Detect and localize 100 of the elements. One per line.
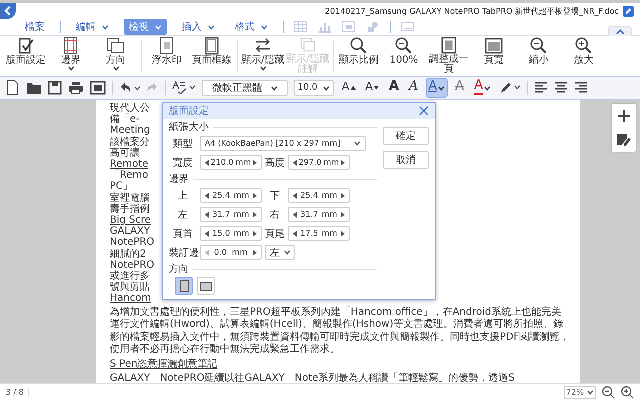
number-field[interactable]: 297.0 mm xyxy=(288,155,350,170)
document-text: 室裡電腦 xyxy=(110,192,150,204)
edit-icon[interactable] xyxy=(623,6,634,16)
document-text: 「Remo xyxy=(110,170,149,182)
caret-icon xyxy=(438,86,446,90)
number-field[interactable]: 210.0 mm xyxy=(200,155,262,170)
print-icon[interactable] xyxy=(68,81,84,95)
document-title: 20140217_Samsung GALAXY NotePRO TabPRO 新世代超平板登場_NR_F.doc xyxy=(325,6,619,16)
add-icon[interactable] xyxy=(618,110,630,122)
format-button[interactable]: A xyxy=(387,79,402,97)
right-arrow-icon[interactable] xyxy=(340,160,345,166)
number-field[interactable]: 15.0 mm xyxy=(200,226,262,241)
right-arrow-icon[interactable] xyxy=(252,160,257,166)
ribbon-button[interactable]: 調整成一頁 xyxy=(427,37,471,75)
undo-icon[interactable] xyxy=(119,82,141,94)
field-label: 寬度 xyxy=(172,156,194,170)
ribbon-button[interactable]: 浮水印 xyxy=(145,37,189,75)
zoom-in-icon[interactable] xyxy=(621,386,634,398)
landscape-button[interactable] xyxy=(197,277,215,295)
format-button[interactable]: A xyxy=(340,79,358,97)
portrait-button[interactable] xyxy=(175,277,193,295)
right-arrow-icon[interactable] xyxy=(341,212,345,218)
section-heading: 紙張大小 xyxy=(169,120,209,134)
left-arrow-icon[interactable] xyxy=(205,192,209,198)
format-button[interactable]: A xyxy=(426,79,448,97)
left-arrow-icon[interactable] xyxy=(293,230,297,236)
ribbon-button[interactable]: 100% xyxy=(382,37,426,75)
ribbon-button[interactable]: 邊界 xyxy=(49,37,93,75)
document-text: GALAXY xyxy=(110,226,150,238)
document-text: 細膩的2 xyxy=(110,248,146,260)
zoom-dropdown[interactable]: 72% xyxy=(564,386,596,398)
collapse-button[interactable] xyxy=(608,26,632,36)
right-arrow-icon[interactable] xyxy=(341,192,345,198)
folder-icon[interactable] xyxy=(26,81,42,95)
field-label: 下 xyxy=(269,190,281,202)
preview-icon[interactable] xyxy=(90,81,106,95)
left-arrow-icon[interactable] xyxy=(293,212,297,218)
caret-icon xyxy=(112,66,120,71)
ribbon-button[interactable]: 顯示/隱藏 xyxy=(241,37,285,75)
left-arrow-icon[interactable] xyxy=(293,160,297,166)
number-field[interactable]: 0.0 mm xyxy=(200,245,262,260)
menu-tab[interactable]: 插入 xyxy=(177,19,220,35)
zoom-in-icon xyxy=(574,37,594,55)
ribbon-button[interactable]: 頁面框線 xyxy=(190,37,234,75)
back-icon xyxy=(4,6,12,16)
cancel-button[interactable]: 取消 xyxy=(383,151,429,169)
caret-icon xyxy=(323,86,330,90)
align-left-icon[interactable] xyxy=(534,82,548,94)
ribbon-button[interactable]: 放大 xyxy=(562,37,606,75)
number-field[interactable]: 31.7 mm xyxy=(288,207,350,222)
font-size-dropdown[interactable]: 10.0 xyxy=(294,80,334,96)
ok-button[interactable]: 確定 xyxy=(383,127,429,145)
right-arrow-icon[interactable] xyxy=(253,192,257,198)
menu-tab[interactable]: 編輯 xyxy=(71,19,114,35)
paper-type-dropdown[interactable]: A4 (KookBaePan) [210 x 297 mm] xyxy=(200,136,366,151)
number-field[interactable]: 17.5 mm xyxy=(288,226,350,241)
number-field[interactable]: 25.4 mm xyxy=(200,188,262,203)
new-document-icon[interactable] xyxy=(6,80,20,96)
save-icon[interactable] xyxy=(48,81,62,95)
align-center-icon[interactable] xyxy=(554,82,568,94)
portrait-page-icon xyxy=(180,280,188,292)
menu-tab[interactable]: 檔案 xyxy=(20,19,50,35)
close-icon[interactable] xyxy=(419,106,429,116)
gutter-side-dropdown[interactable]: 左 xyxy=(265,245,295,260)
format-button[interactable]: A xyxy=(453,79,466,97)
font-dropdown[interactable]: 微軟正黑體 xyxy=(202,80,288,96)
align-right-icon[interactable] xyxy=(574,82,588,94)
ribbon-button[interactable]: 顯示比例 xyxy=(337,37,381,75)
caret-icon xyxy=(284,250,291,255)
back-button[interactable] xyxy=(0,3,16,19)
spell-check-icon[interactable] xyxy=(172,81,196,95)
left-arrow-icon[interactable] xyxy=(205,160,209,166)
page-width-icon xyxy=(484,37,504,55)
ribbon-button[interactable]: 縮小 xyxy=(517,37,561,75)
ribbon-button[interactable]: 方向 xyxy=(94,37,138,75)
note-pen-icon[interactable] xyxy=(617,134,631,146)
left-arrow-icon[interactable] xyxy=(293,192,297,198)
right-arrow-icon[interactable] xyxy=(341,230,345,236)
field-label: 頁首 xyxy=(172,228,194,240)
format-button[interactable]: A xyxy=(364,79,382,97)
zoom-out-icon[interactable] xyxy=(602,386,615,398)
field-label: 裝訂邊 xyxy=(169,246,197,260)
page-indicator: 3 / 8 xyxy=(6,388,29,396)
right-arrow-icon[interactable] xyxy=(252,250,257,256)
format-button[interactable]: A xyxy=(407,79,421,97)
font-color-button[interactable]: A xyxy=(472,79,494,97)
page-icon xyxy=(439,37,459,54)
left-arrow-icon[interactable] xyxy=(205,230,209,236)
right-arrow-icon[interactable] xyxy=(253,212,257,218)
ribbon-button[interactable]: 版面設定 xyxy=(4,37,48,75)
caret-icon xyxy=(208,24,215,30)
menu-tab[interactable]: 格式 xyxy=(230,19,273,35)
right-arrow-icon[interactable] xyxy=(253,230,257,236)
highlighter-icon[interactable] xyxy=(499,81,522,95)
ribbon-button[interactable]: 頁寬 xyxy=(472,37,516,75)
number-field[interactable]: 25.4 mm xyxy=(288,188,350,203)
document-text: 該檔案分 xyxy=(110,136,150,148)
left-arrow-icon[interactable] xyxy=(205,212,209,218)
caret-icon xyxy=(261,24,268,30)
number-field[interactable]: 31.7 mm xyxy=(200,207,262,222)
